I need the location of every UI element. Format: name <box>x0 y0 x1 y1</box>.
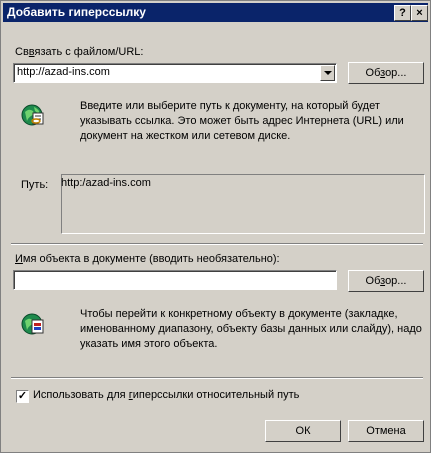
anchor-input[interactable] <box>13 270 337 290</box>
document-link-icon <box>21 313 44 335</box>
help-button[interactable]: ? <box>394 5 411 21</box>
url-combobox[interactable]: http://azad-ins.com <box>13 63 337 83</box>
path-value: http:/azad-ins.com <box>61 177 151 189</box>
browse-anchor-button[interactable]: Обзор... <box>348 270 424 292</box>
divider <box>11 243 423 245</box>
link-help-text: Введите или выберите путь к документу, н… <box>80 100 404 142</box>
browse-file-button[interactable]: Обзор... <box>348 62 424 84</box>
title-bar: Добавить гиперссылку ? × <box>3 3 428 22</box>
dialog-title: Добавить гиперссылку <box>7 5 146 19</box>
link-label: Сввязать с файлом/URL: <box>15 46 143 58</box>
anchor-label: Имя объекта в документе (вводить необяза… <box>15 253 280 265</box>
close-button[interactable]: × <box>411 5 428 21</box>
path-label: Путь: <box>21 179 49 191</box>
relative-path-label[interactable]: Использовать для гиперссылки относительн… <box>33 389 299 401</box>
hyperlink-globe-icon <box>21 104 44 126</box>
link-label-rest: язать с файлом/URL: <box>34 46 144 58</box>
anchor-help-text: Чтобы перейти к конкретному объекту в до… <box>80 308 422 350</box>
link-label-text: Св <box>15 46 29 58</box>
url-input-value[interactable]: http://azad-ins.com <box>17 66 110 78</box>
divider <box>11 377 423 379</box>
url-dropdown-arrow[interactable] <box>320 65 335 81</box>
ok-button[interactable]: ОК <box>265 420 341 442</box>
cancel-button[interactable]: Отмена <box>348 420 424 442</box>
relative-path-checkbox[interactable]: ✓ <box>16 390 29 403</box>
path-box: http:/azad-ins.com <box>61 174 425 234</box>
hyperlink-dialog: Добавить гиперссылку ? × Сввязать с файл… <box>0 0 431 453</box>
